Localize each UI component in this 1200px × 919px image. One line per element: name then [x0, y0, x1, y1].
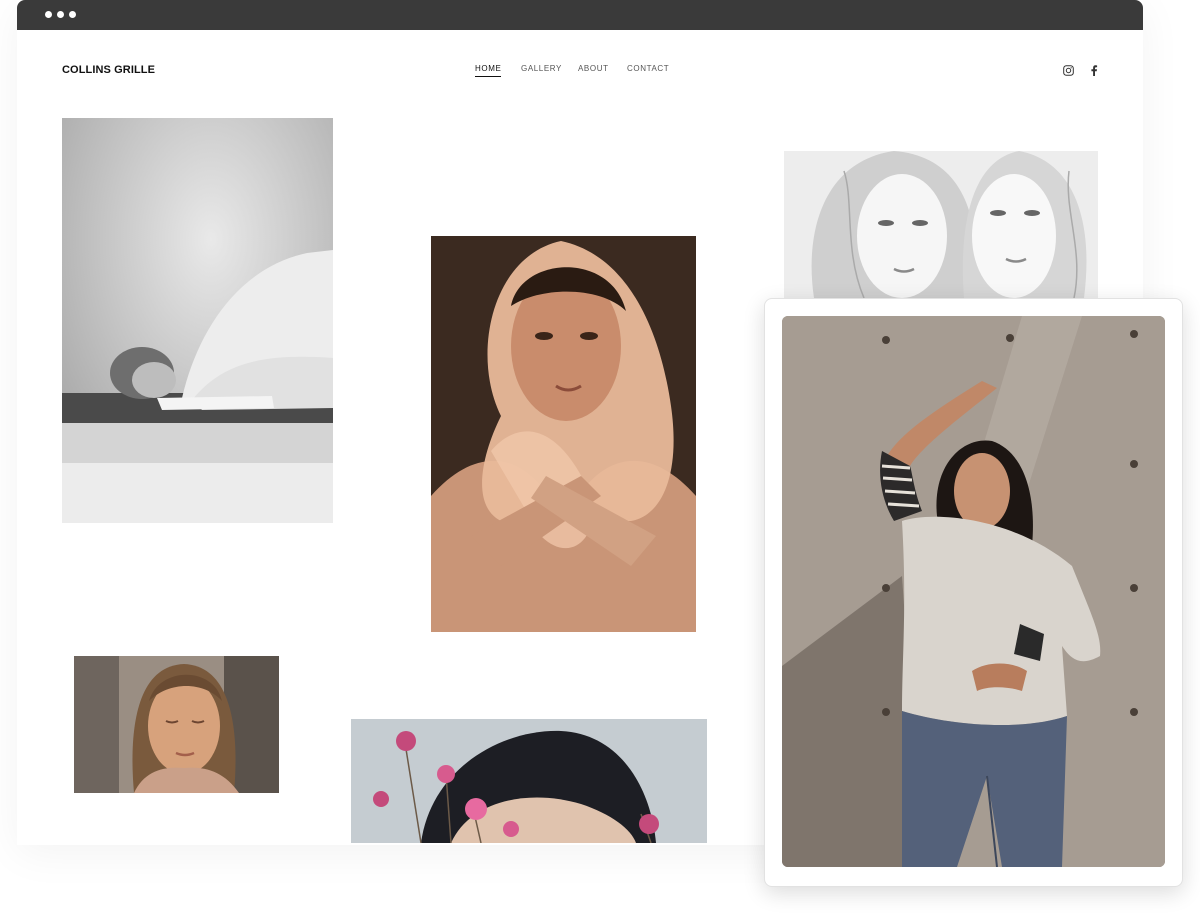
gallery-photo-woman-eyes-closed[interactable]	[74, 656, 279, 793]
nav-about[interactable]: ABOUT	[578, 64, 609, 73]
nav-contact[interactable]: CONTACT	[627, 64, 669, 73]
gallery-photo-two-women[interactable]	[784, 151, 1098, 298]
gallery-photo-woman-lying[interactable]	[62, 118, 333, 523]
window-dot-icon	[57, 11, 64, 18]
nav-home[interactable]: HOME	[475, 64, 502, 77]
browser-titlebar	[17, 0, 1143, 30]
site-logo[interactable]: COLLINS GRILLE	[62, 64, 155, 76]
window-dot-icon	[69, 11, 76, 18]
gallery-photo-woman-scarf[interactable]	[431, 236, 696, 632]
featured-photo-woman-wall[interactable]	[782, 316, 1165, 867]
instagram-icon[interactable]	[1062, 64, 1074, 76]
facebook-icon[interactable]	[1088, 64, 1100, 76]
nav-gallery[interactable]: GALLERY	[521, 64, 562, 73]
window-dot-icon	[45, 11, 52, 18]
gallery-photo-woman-flowers[interactable]	[351, 719, 707, 843]
